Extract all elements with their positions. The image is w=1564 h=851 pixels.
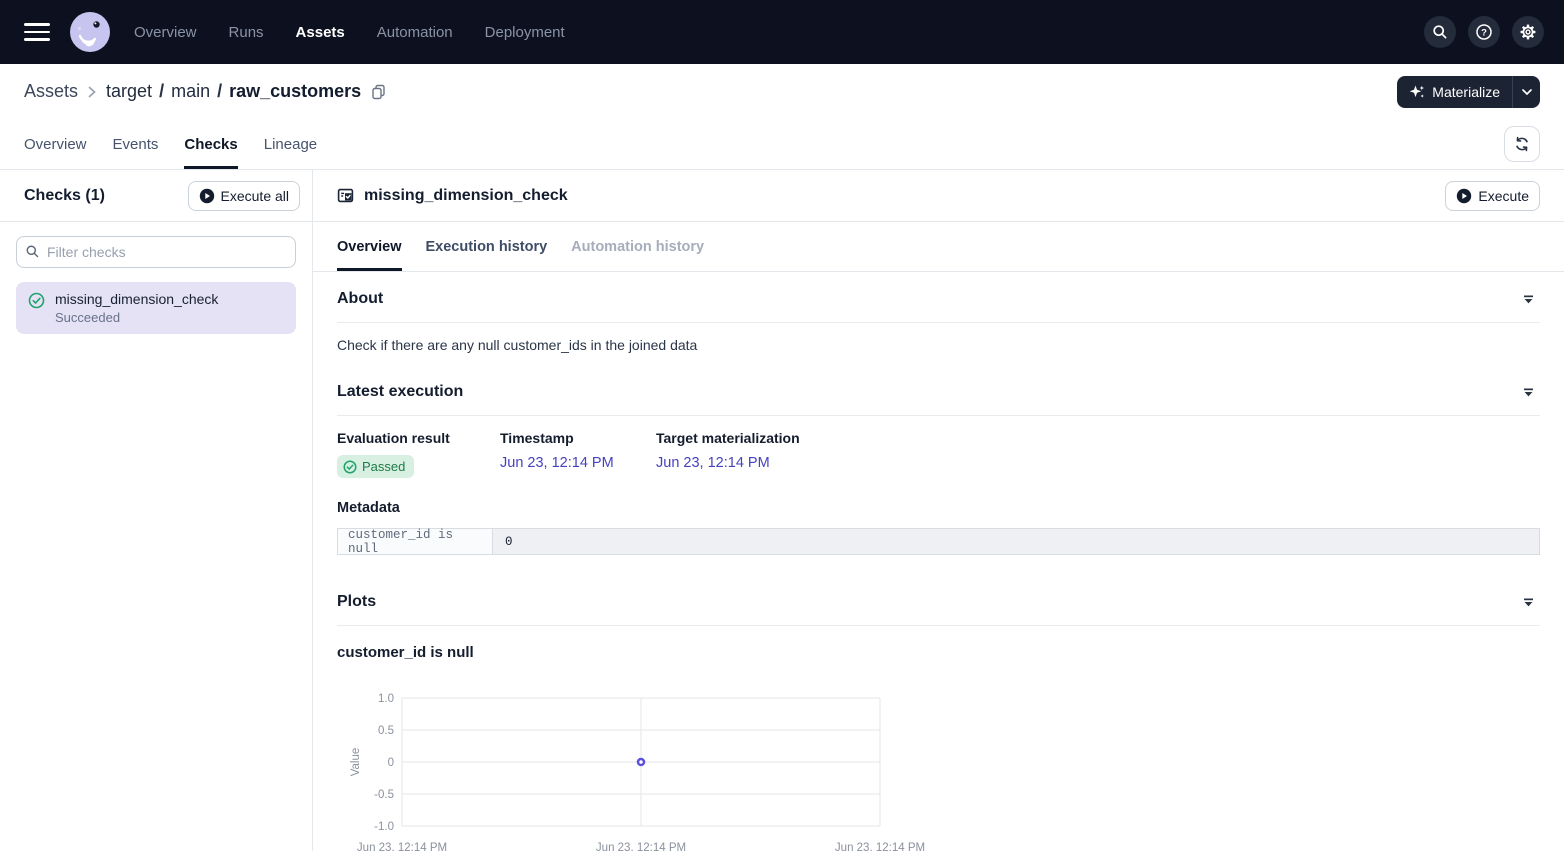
primary-nav: Overview Runs Assets Automation Deployme… <box>134 24 565 41</box>
chevron-down-icon <box>1522 89 1532 95</box>
nav-item-deployment[interactable]: Deployment <box>485 24 565 41</box>
timestamp-link[interactable]: Jun 23, 12:14 PM <box>500 455 614 471</box>
asset-tabs-row: Overview Events Checks Lineage <box>0 119 1564 170</box>
breadcrumb-segment[interactable]: target <box>106 81 152 102</box>
svg-text:1.0: 1.0 <box>378 693 394 705</box>
target-materialization-link[interactable]: Jun 23, 12:14 PM <box>656 455 770 471</box>
latest-execution-collapse-button[interactable] <box>1517 384 1540 401</box>
search-button[interactable] <box>1424 16 1456 48</box>
breadcrumb-separator: / <box>159 81 164 102</box>
gear-icon <box>1519 23 1537 41</box>
help-icon: ? <box>1475 23 1493 41</box>
sparkle-icon <box>1409 84 1425 100</box>
tab-checks[interactable]: Checks <box>184 119 237 169</box>
nav-item-overview[interactable]: Overview <box>134 24 197 41</box>
subtab-automation-history: Automation history <box>571 222 704 271</box>
column-evaluation-result: Evaluation result <box>337 430 500 446</box>
check-status: Succeeded <box>55 310 218 325</box>
nav-item-assets[interactable]: Assets <box>296 24 345 41</box>
svg-text:-0.5: -0.5 <box>374 789 394 801</box>
filter-checks-input[interactable] <box>16 236 296 268</box>
app-window: Overview Runs Assets Automation Deployme… <box>0 0 1564 851</box>
settings-button[interactable] <box>1512 16 1544 48</box>
checks-sidebar: Checks (1) Execute all <box>0 170 313 851</box>
scatter-plot: 1.0 0.5 0 -0.5 -1.0 Jun 23, 12:14 PM Jun 23, 1… <box>337 685 957 851</box>
check-list-item[interactable]: missing_dimension_check Succeeded <box>16 282 296 334</box>
check-detail-tabs: Overview Execution history Automation hi… <box>313 222 1564 272</box>
plots-collapse-button[interactable] <box>1517 594 1540 611</box>
dagster-logo-icon[interactable] <box>70 12 110 52</box>
subtab-execution-history[interactable]: Execution history <box>426 222 548 271</box>
copy-asset-key-button[interactable] <box>371 84 386 100</box>
check-success-icon <box>28 292 45 309</box>
svg-text:?: ? <box>1481 27 1487 38</box>
tab-lineage[interactable]: Lineage <box>264 119 317 169</box>
plot-title: customer_id is null <box>337 644 1540 661</box>
top-nav-actions: ? <box>1424 16 1544 48</box>
collapse-chevron-icon <box>1523 598 1534 607</box>
about-description: Check if there are any null customer_ids… <box>337 323 1540 365</box>
svg-text:Jun 23, 12:14 PM: Jun 23, 12:14 PM <box>357 842 447 851</box>
svg-text:Jun 23, 12:14 PM: Jun 23, 12:14 PM <box>596 842 686 851</box>
breadcrumb-segment[interactable]: main <box>171 81 210 102</box>
filter-search-icon <box>25 244 40 264</box>
metadata-key: customer_id is null <box>338 529 493 554</box>
collapse-chevron-icon <box>1523 295 1534 304</box>
latest-execution-section-header: Latest execution <box>337 365 1540 416</box>
plots-section-header: Plots <box>337 575 1540 626</box>
materialize-dropdown-button[interactable] <box>1512 76 1540 108</box>
latest-execution-title: Latest execution <box>337 382 463 402</box>
breadcrumb-separator: / <box>217 81 222 102</box>
play-icon <box>199 188 215 204</box>
check-name: missing_dimension_check <box>55 291 218 307</box>
checks-panel-title: Checks (1) <box>24 187 105 205</box>
top-nav: Overview Runs Assets Automation Deployme… <box>0 0 1564 64</box>
search-icon <box>1432 24 1448 40</box>
copy-icon <box>371 84 386 100</box>
breadcrumb-asset-key: target / main / raw_customers <box>106 81 361 102</box>
materialize-button[interactable]: Materialize <box>1397 76 1512 108</box>
metadata-title: Metadata <box>337 500 1540 516</box>
about-section-header: About <box>337 272 1540 323</box>
nav-item-automation[interactable]: Automation <box>377 24 453 41</box>
asset-check-icon <box>337 187 354 204</box>
column-target-materialization: Target materialization <box>656 430 800 446</box>
refresh-icon <box>1514 136 1530 152</box>
materialize-split-button: Materialize <box>1397 76 1540 108</box>
svg-text:0: 0 <box>388 757 394 769</box>
data-point <box>638 759 644 765</box>
breadcrumb-assets-link[interactable]: Assets <box>24 81 78 102</box>
plots-title: Plots <box>337 592 376 612</box>
column-timestamp: Timestamp <box>500 430 656 446</box>
svg-text:0.5: 0.5 <box>378 725 394 737</box>
tab-events[interactable]: Events <box>113 119 159 169</box>
refresh-button[interactable] <box>1504 126 1540 162</box>
execute-all-button[interactable]: Execute all <box>188 181 300 211</box>
svg-text:-1.0: -1.0 <box>374 821 394 833</box>
status-badge-passed: Passed <box>337 455 414 478</box>
breadcrumb-chevron-icon <box>88 86 96 98</box>
tab-overview[interactable]: Overview <box>24 119 87 169</box>
nav-item-runs[interactable]: Runs <box>229 24 264 41</box>
check-success-icon <box>343 460 357 474</box>
collapse-chevron-icon <box>1523 388 1534 397</box>
plot-container: 1.0 0.5 0 -0.5 -1.0 Jun 23, 12:14 PM Jun 23, 1… <box>337 685 1540 851</box>
breadcrumb-segment-current: raw_customers <box>229 81 361 102</box>
check-detail-panel: missing_dimension_check Execute Overview… <box>313 170 1564 851</box>
y-axis-label: Value <box>350 748 362 777</box>
about-collapse-button[interactable] <box>1517 291 1540 308</box>
help-button[interactable]: ? <box>1468 16 1500 48</box>
latest-execution-table: Evaluation result Passed <box>337 430 1540 478</box>
about-title: About <box>337 289 383 309</box>
breadcrumb-row: Assets target / main / raw_customers <box>0 64 1564 119</box>
hamburger-menu-icon[interactable] <box>24 23 50 41</box>
metadata-value: 0 <box>493 529 1539 554</box>
subtab-overview[interactable]: Overview <box>337 222 402 271</box>
metadata-table: customer_id is null 0 <box>337 528 1540 555</box>
svg-text:Jun 23, 12:14 PM: Jun 23, 12:14 PM <box>835 842 925 851</box>
check-title: missing_dimension_check <box>364 187 568 205</box>
play-icon <box>1456 188 1472 204</box>
execute-button[interactable]: Execute <box>1445 181 1540 211</box>
